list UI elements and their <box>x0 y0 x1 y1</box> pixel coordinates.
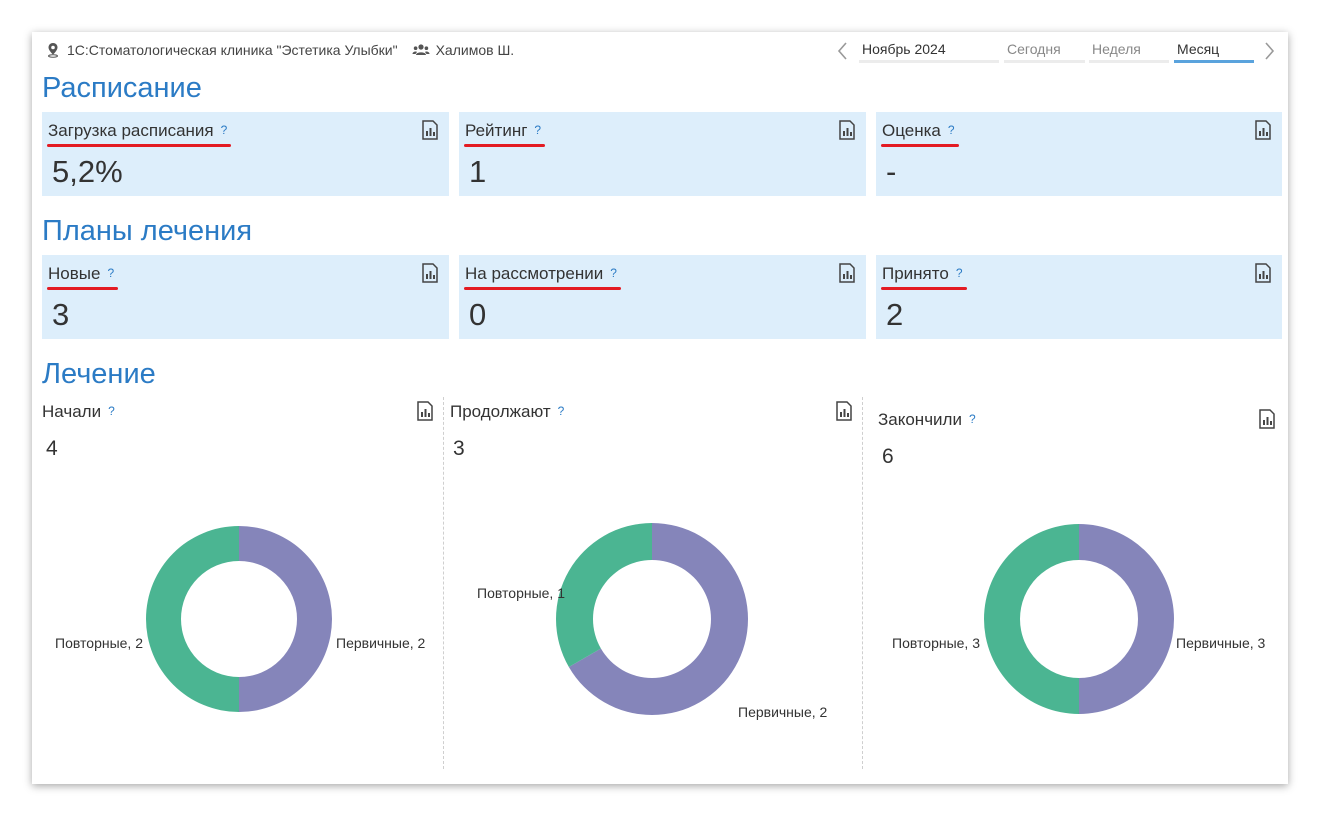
tab-today[interactable]: Сегодня <box>1004 41 1085 63</box>
tile-label-text: Новые <box>48 264 101 283</box>
tile-label-text: Принято <box>882 264 949 283</box>
help-icon[interactable]: ? <box>558 404 565 418</box>
tile-rating: Рейтинг? 1 <box>459 112 866 196</box>
tile-label-text: Оценка <box>882 121 941 140</box>
tab-week-underline <box>1089 60 1169 63</box>
report-icon[interactable] <box>1254 120 1272 140</box>
tile-value: 1 <box>469 154 487 189</box>
tile-label-text: Загрузка расписания <box>48 121 214 140</box>
column-title-text: Закончили <box>878 410 962 429</box>
report-icon[interactable] <box>838 120 856 140</box>
tile-value: 5,2% <box>52 154 123 189</box>
help-icon[interactable]: ? <box>948 123 955 137</box>
users-icon <box>412 44 430 55</box>
red-underline <box>47 287 119 290</box>
donut-slice-Повторные[interactable] <box>984 524 1079 714</box>
donut-chart-ongoing: Первичные, 2 Повторные, 1 <box>477 523 828 720</box>
red-underline <box>464 144 546 147</box>
donut-slice-Повторные[interactable] <box>556 523 652 667</box>
tab-month-underline <box>1174 60 1254 63</box>
report-icon[interactable] <box>835 401 853 421</box>
donut-chart-finished: Первичные, 3 Повторные, 3 <box>892 524 1266 714</box>
tile-value: 0 <box>469 297 487 332</box>
report-icon[interactable] <box>421 263 439 283</box>
tile-score: Оценка? - <box>876 112 1282 196</box>
help-icon[interactable]: ? <box>221 123 228 137</box>
tile-label[interactable]: Принято? <box>881 264 967 290</box>
donut-label: Повторные, 3 <box>892 635 980 651</box>
tab-month[interactable]: Месяц <box>1174 41 1254 63</box>
tab-today-underline <box>1004 60 1085 63</box>
donut-slice-Первичные[interactable] <box>1079 524 1174 714</box>
tab-week-label: Неделя <box>1092 41 1141 57</box>
donut-label: Первичные, 3 <box>1176 635 1266 651</box>
red-underline <box>47 144 232 147</box>
donut-label: Повторные, 2 <box>55 635 143 651</box>
column-value: 4 <box>46 437 58 460</box>
column-value: 6 <box>882 445 894 468</box>
location-pin-icon <box>48 43 58 58</box>
donut-label: Первичные, 2 <box>336 635 426 651</box>
period-selector[interactable]: Ноябрь 2024 <box>859 41 999 63</box>
dashboard-window: 1С:Стоматологическая клиника "Эстетика У… <box>32 32 1288 784</box>
help-icon[interactable]: ? <box>108 404 115 418</box>
column-title-text: Продолжают <box>450 402 551 421</box>
help-icon[interactable]: ? <box>610 266 617 280</box>
user-info: Халимов Ш. <box>412 42 515 58</box>
top-bar: 1С:Стоматологическая клиника "Эстетика У… <box>32 32 1288 70</box>
tile-value: - <box>886 154 897 189</box>
column-title[interactable]: Начали? <box>42 402 115 422</box>
tile-label[interactable]: Оценка? <box>881 121 959 147</box>
tile-label[interactable]: Рейтинг? <box>464 121 546 147</box>
tab-month-label: Месяц <box>1177 41 1220 57</box>
tile-label[interactable]: На рассмотрении? <box>464 264 621 290</box>
tile-schedule-load: Загрузка расписания? 5,2% <box>42 112 449 196</box>
column-title[interactable]: Продолжают? <box>450 402 564 422</box>
tile-new-plans: Новые? 3 <box>42 255 449 339</box>
donut-label: Первичные, 2 <box>738 704 828 720</box>
organization-name[interactable]: 1С:Стоматологическая клиника "Эстетика У… <box>67 42 398 58</box>
section-title-treatment: Лечение <box>42 358 156 390</box>
tile-label[interactable]: Загрузка расписания? <box>47 121 232 147</box>
section-title-schedule: Расписание <box>42 72 202 104</box>
period-value: Ноябрь 2024 <box>862 41 946 57</box>
column-title-text: Начали <box>42 402 102 421</box>
tile-label-text: На рассмотрении <box>465 264 604 283</box>
help-icon[interactable]: ? <box>534 123 541 137</box>
donut-chart-started: Первичные, 2 Повторные, 2 <box>55 526 426 712</box>
red-underline <box>881 287 967 290</box>
column-title[interactable]: Закончили? <box>878 410 976 430</box>
help-icon[interactable]: ? <box>969 412 976 426</box>
help-icon[interactable]: ? <box>107 266 114 280</box>
report-icon[interactable] <box>838 263 856 283</box>
red-underline <box>464 287 621 290</box>
help-icon[interactable]: ? <box>956 266 963 280</box>
report-icon[interactable] <box>416 401 434 421</box>
donut-slice-Повторные[interactable] <box>146 526 239 712</box>
tile-value: 3 <box>52 297 70 332</box>
tab-today-label: Сегодня <box>1007 41 1061 57</box>
donut-label: Повторные, 1 <box>477 585 565 601</box>
tab-week[interactable]: Неделя <box>1089 41 1169 63</box>
report-icon[interactable] <box>1258 409 1276 429</box>
organization-info: 1С:Стоматологическая клиника "Эстетика У… <box>46 42 514 58</box>
report-icon[interactable] <box>421 120 439 140</box>
tile-label[interactable]: Новые? <box>47 264 119 290</box>
tile-accepted-plans: Принято? 2 <box>876 255 1282 339</box>
report-icon[interactable] <box>1254 263 1272 283</box>
column-value: 3 <box>453 437 465 460</box>
tile-value: 2 <box>886 297 904 332</box>
red-underline <box>881 144 959 147</box>
chevron-left-icon[interactable] <box>835 41 851 61</box>
user-name[interactable]: Халимов Ш. <box>436 42 515 58</box>
section-title-plans: Планы лечения <box>42 215 253 247</box>
period-underline <box>859 60 999 63</box>
tile-label-text: Рейтинг <box>465 121 528 140</box>
chevron-right-icon[interactable] <box>1261 41 1277 61</box>
donut-slice-Первичные[interactable] <box>239 526 332 712</box>
tile-in-review-plans: На рассмотрении? 0 <box>459 255 866 339</box>
